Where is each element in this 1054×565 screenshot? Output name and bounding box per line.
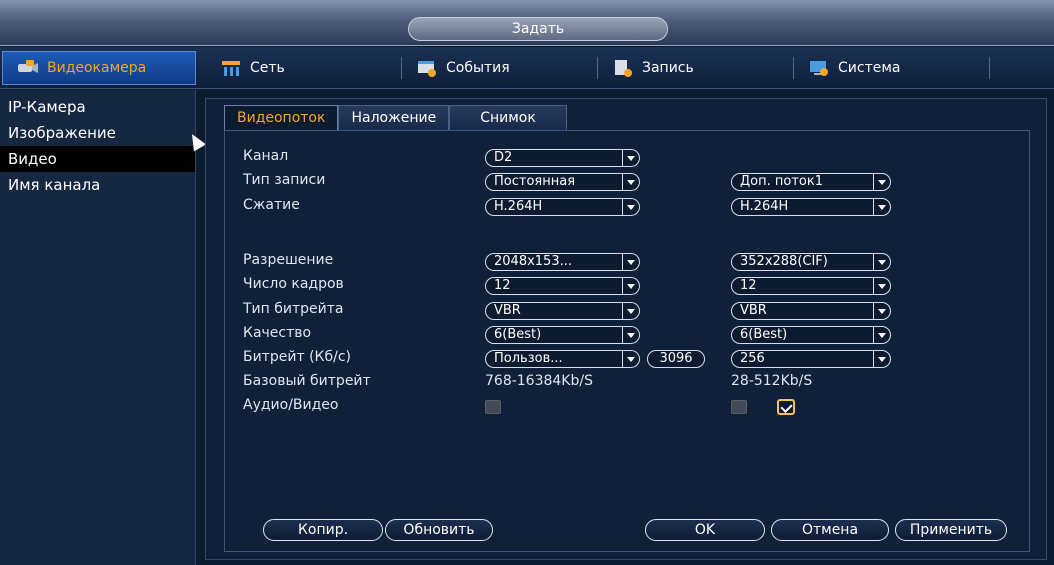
bitrate-type-main-select[interactable]: VBR — [485, 302, 640, 320]
chevron-down-icon — [873, 254, 890, 270]
resolution-label: Разрешение — [243, 252, 334, 268]
quality-sub-value: 6(Best) — [740, 327, 788, 342]
tab-system[interactable]: Система — [794, 51, 990, 85]
compression-sub-select[interactable]: H.264H — [731, 198, 891, 216]
events-icon — [416, 58, 438, 78]
audio-video-sub-checkbox[interactable] — [731, 400, 747, 414]
chevron-down-icon — [873, 278, 890, 294]
chevron-down-icon — [622, 199, 639, 215]
base-bitrate-main: 768-16384Kb/S — [485, 373, 593, 389]
compression-label: Сжатие — [243, 197, 300, 213]
base-bitrate-sub: 28-512Kb/S — [731, 373, 813, 389]
quality-main-value: 6(Best) — [494, 327, 542, 342]
tab-system-label: Система — [838, 60, 901, 76]
chevron-down-icon — [622, 303, 639, 319]
resolution-sub-value: 352x288(CIF) — [740, 254, 828, 269]
fps-sub-select[interactable]: 12 — [731, 277, 891, 295]
top-tab-bar: Видеокамера Сеть События Запись Система — [0, 47, 1054, 89]
compression-main-select[interactable]: H.264H — [485, 198, 640, 216]
quality-main-select[interactable]: 6(Best) — [485, 326, 640, 344]
camera-icon — [17, 58, 39, 78]
stream-select[interactable]: Доп. поток1 — [731, 173, 891, 191]
stream-value: Доп. поток1 — [740, 174, 823, 189]
channel-value: D2 — [494, 150, 513, 165]
record-type-select[interactable]: Постоянная — [485, 173, 640, 191]
record-type-value: Постоянная — [494, 174, 576, 189]
audio-video-sub2-checkbox[interactable] — [777, 399, 795, 415]
main-panel: Видеопоток Наложение Снимок Канал Тип за… — [205, 98, 1047, 560]
sidebar: IP-Камера Изображение Видео Имя канала — [0, 90, 196, 565]
record-icon — [612, 58, 634, 78]
tab-events-label: События — [446, 60, 510, 76]
system-icon — [808, 58, 830, 78]
sidebar-item-image[interactable]: Изображение — [0, 120, 195, 146]
chevron-down-icon — [622, 351, 639, 367]
tab-snapshot[interactable]: Снимок — [449, 105, 567, 131]
bitrate-custom-input[interactable]: 3096 — [647, 350, 705, 368]
channel-select[interactable]: D2 — [485, 149, 640, 167]
compression-sub-value: H.264H — [740, 199, 789, 214]
chevron-down-icon — [873, 327, 890, 343]
chevron-down-icon — [622, 278, 639, 294]
title-bar: Задать — [0, 0, 1054, 46]
sidebar-item-channel-name[interactable]: Имя канала — [0, 172, 195, 198]
resolution-main-value: 2048x153... — [494, 254, 572, 269]
resolution-main-select[interactable]: 2048x153... — [485, 253, 640, 271]
bitrate-type-sub-select[interactable]: VBR — [731, 302, 891, 320]
bitrate-type-sub-value: VBR — [740, 303, 767, 318]
fps-main-select[interactable]: 12 — [485, 277, 640, 295]
compression-main-value: H.264H — [494, 199, 543, 214]
tab-network[interactable]: Сеть — [206, 51, 402, 85]
quality-label: Качество — [243, 325, 312, 341]
tab-events[interactable]: События — [402, 51, 598, 85]
refresh-button[interactable]: Обновить — [385, 519, 493, 541]
sidebar-item-video[interactable]: Видео — [0, 146, 195, 172]
tab-overlay[interactable]: Наложение — [338, 105, 450, 131]
bitrate-sub-select[interactable]: 256 — [731, 350, 891, 368]
chevron-down-icon — [873, 303, 890, 319]
bitrate-sub-value: 256 — [740, 351, 765, 366]
quality-sub-select[interactable]: 6(Best) — [731, 326, 891, 344]
tab-video-stream[interactable]: Видеопоток — [224, 105, 339, 131]
chevron-down-icon — [622, 150, 639, 166]
tab-record[interactable]: Запись — [598, 51, 794, 85]
chevron-down-icon — [622, 327, 639, 343]
copy-button[interactable]: Копир. — [263, 519, 383, 541]
bitrate-main-select[interactable]: Пользов... — [485, 350, 640, 368]
resolution-sub-select[interactable]: 352x288(CIF) — [731, 253, 891, 271]
fps-sub-value: 12 — [740, 278, 757, 293]
fps-label: Число кадров — [243, 276, 344, 292]
bitrate-type-main-value: VBR — [494, 303, 521, 318]
channel-label: Канал — [243, 148, 289, 164]
bitrate-label: Битрейт (Кб/с) — [243, 349, 351, 365]
ok-button[interactable]: OK — [645, 519, 765, 541]
tab-camera-label: Видеокамера — [47, 60, 147, 76]
audio-video-label: Аудио/Видео — [243, 397, 339, 413]
audio-video-main-checkbox[interactable] — [485, 400, 501, 414]
chevron-down-icon — [622, 174, 639, 190]
bitrate-type-label: Тип битрейта — [243, 301, 344, 317]
chevron-down-icon — [622, 254, 639, 270]
record-type-label: Тип записи — [243, 172, 326, 188]
bitrate-main-value: Пользов... — [494, 351, 563, 366]
tab-camera[interactable]: Видеокамера — [2, 51, 196, 85]
window-title: Задать — [408, 17, 668, 41]
network-icon — [220, 58, 242, 78]
tab-network-label: Сеть — [250, 60, 285, 76]
chevron-down-icon — [873, 351, 890, 367]
sidebar-item-ip-camera[interactable]: IP-Камера — [0, 94, 195, 120]
tab-record-label: Запись — [642, 60, 694, 76]
cancel-button[interactable]: Отмена — [771, 519, 889, 541]
sub-tab-bar: Видеопоток Наложение Снимок — [224, 105, 567, 131]
base-bitrate-label: Базовый битрейт — [243, 373, 371, 389]
chevron-down-icon — [873, 174, 890, 190]
fps-main-value: 12 — [494, 278, 511, 293]
chevron-down-icon — [873, 199, 890, 215]
apply-button[interactable]: Применить — [895, 519, 1007, 541]
settings-form: Канал Тип записи Сжатие Разрешение Число… — [224, 130, 1030, 552]
